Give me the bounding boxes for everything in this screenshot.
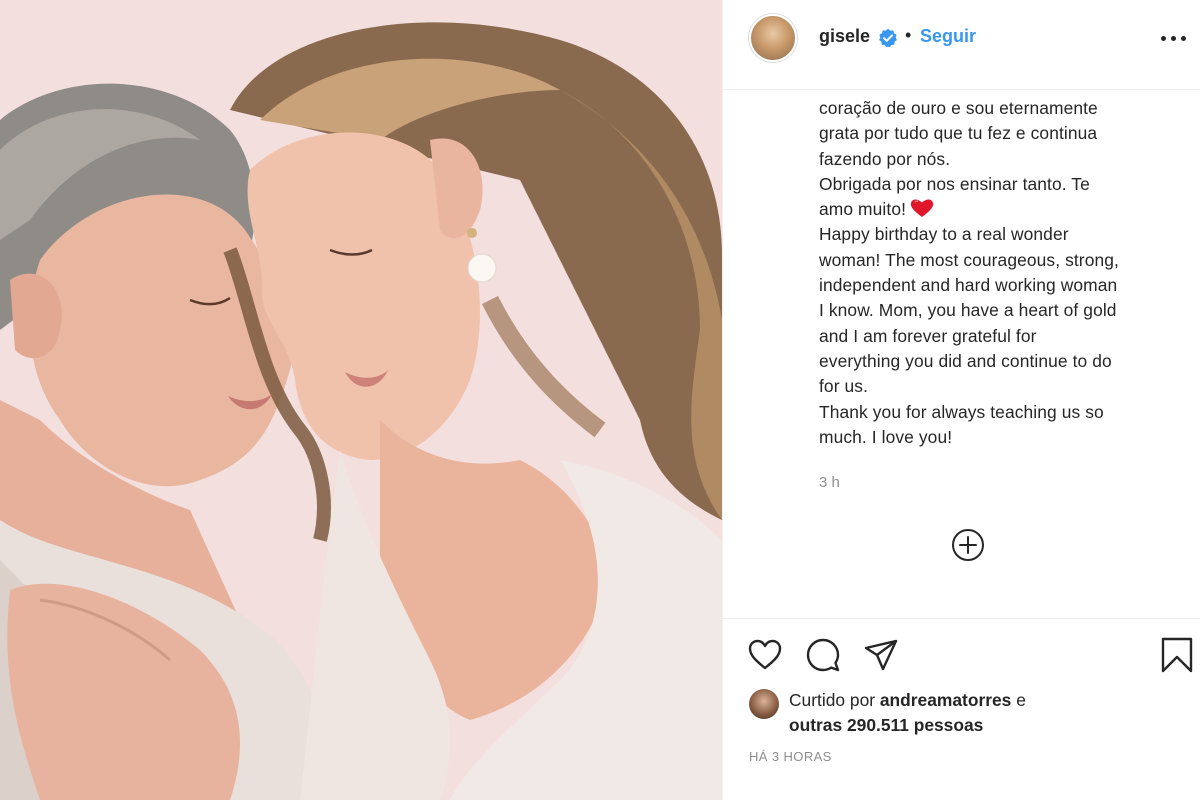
- likes-prefix: Curtido por: [789, 690, 876, 710]
- caption-line: fazendo por nós.: [819, 148, 951, 169]
- caption-line: for us.: [819, 376, 869, 397]
- post-actions-bar: Curtido por andreamatorres e outras 290.…: [723, 618, 1200, 800]
- post-caption: coração de ouro e sou eternamente grata …: [819, 96, 1189, 450]
- likes-summary: Curtido por andreamatorres e outras 290.…: [789, 688, 1026, 738]
- caption-line: Thank you for always teaching us so: [819, 401, 1104, 422]
- red-heart-emoji: [910, 199, 934, 218]
- liker-username[interactable]: andreamatorres: [880, 690, 1011, 710]
- caption-timestamp[interactable]: 3 h: [819, 474, 840, 491]
- header-separator: •: [905, 25, 912, 45]
- caption-line: grata por tudo que tu fez e continua: [819, 123, 1098, 144]
- caption-line: much. I love you!: [819, 426, 953, 447]
- post-photo-illustration: [0, 0, 722, 800]
- post-header: gisele • Seguir: [723, 0, 1200, 90]
- post-timestamp[interactable]: HÁ 3 HORAS: [749, 749, 832, 764]
- follow-button[interactable]: Seguir: [920, 26, 976, 47]
- caption-line: coração de ouro e sou eternamente: [819, 98, 1098, 118]
- caption-line: independent and hard working woman: [819, 275, 1118, 296]
- more-options-icon[interactable]: [1159, 28, 1189, 48]
- caption-line: everything you did and continue to do: [819, 350, 1112, 371]
- author-avatar[interactable]: [749, 14, 797, 62]
- paper-plane-icon[interactable]: [863, 637, 899, 673]
- likes-conjunction: e: [1016, 690, 1026, 710]
- comment-icon[interactable]: [805, 637, 841, 673]
- caption-line: Happy birthday to a real wonder: [819, 224, 1069, 245]
- caption-line: I know. Mom, you have a heart of gold: [819, 300, 1117, 321]
- caption-line-with-emoji: amo muito!: [819, 197, 1189, 222]
- likes-count[interactable]: outras 290.511 pessoas: [789, 715, 983, 735]
- caption-line: amo muito!: [819, 199, 907, 220]
- caption-line: and I am forever grateful for: [819, 325, 1037, 346]
- post-side-panel: gisele • Seguir coração de ouro e sou et…: [722, 0, 1200, 800]
- heart-outline-icon[interactable]: [747, 637, 783, 673]
- caption-line: woman! The most courageous, strong,: [819, 249, 1119, 270]
- load-more-comments-icon[interactable]: [951, 528, 985, 562]
- post-photo[interactable]: [0, 0, 722, 800]
- liker-avatar[interactable]: [749, 689, 779, 719]
- caption-line: Obrigada por nos ensinar tanto. Te: [819, 173, 1090, 194]
- bookmark-icon[interactable]: [1159, 637, 1195, 673]
- verified-badge-icon: [879, 28, 897, 48]
- author-username[interactable]: gisele: [819, 26, 870, 47]
